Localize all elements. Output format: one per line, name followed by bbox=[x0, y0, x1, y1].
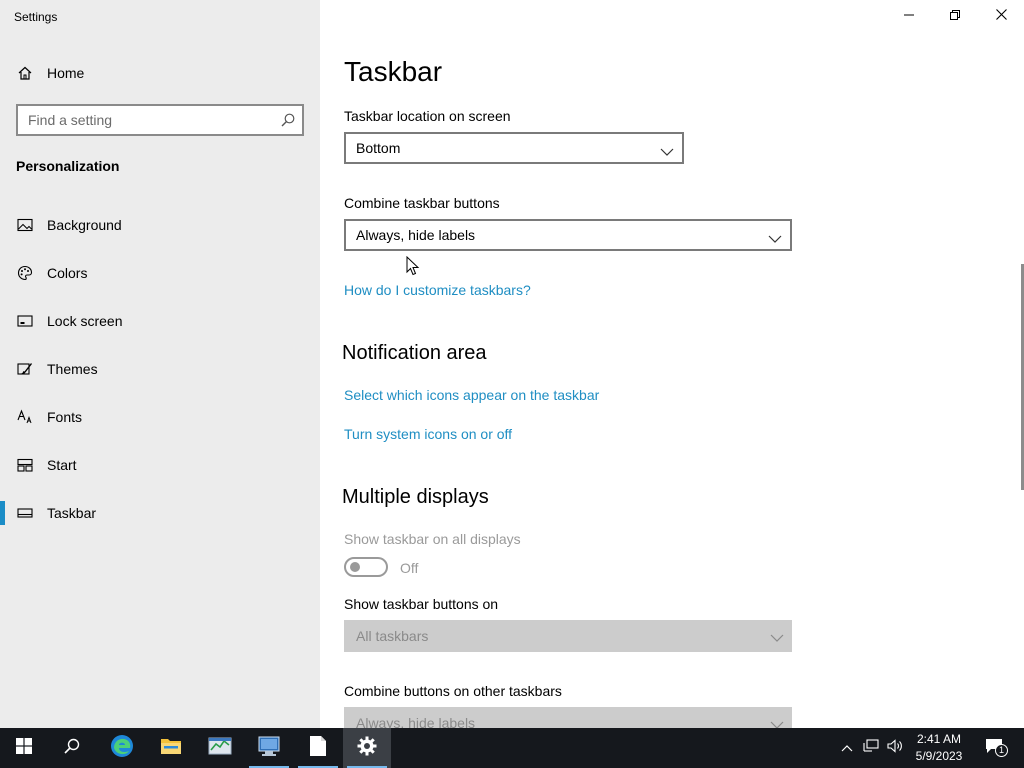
combine-other-dropdown[interactable]: Always, hide labels bbox=[344, 707, 792, 728]
show-hidden-icons-button[interactable] bbox=[836, 728, 858, 768]
sidebar-item-themes[interactable]: Themes bbox=[0, 349, 320, 389]
sidebar-item-label: Themes bbox=[47, 361, 98, 377]
notepad-icon bbox=[309, 735, 327, 762]
show-on-all-displays-toggle[interactable] bbox=[344, 557, 388, 577]
home-icon bbox=[17, 65, 33, 81]
clock-time: 2:41 AM bbox=[916, 732, 962, 746]
search-icon bbox=[64, 738, 80, 759]
search-box bbox=[16, 104, 304, 136]
nav-home[interactable]: Home bbox=[0, 57, 320, 89]
taskbar-icon bbox=[17, 505, 33, 521]
clock-date: 5/9/2023 bbox=[915, 749, 963, 763]
volume-button[interactable] bbox=[884, 728, 906, 768]
notification-count-badge: 1 bbox=[995, 744, 1008, 757]
window-controls bbox=[886, 0, 1024, 32]
windows-taskbar: 2:41 AM 5/9/2023 1 bbox=[0, 728, 1024, 768]
palette-icon bbox=[17, 265, 33, 281]
sidebar-item-background[interactable]: Background bbox=[0, 205, 320, 245]
edge-icon bbox=[110, 734, 134, 763]
speaker-icon bbox=[887, 738, 903, 758]
section-heading: Personalization bbox=[16, 158, 120, 174]
sidebar-item-start[interactable]: Start bbox=[0, 445, 320, 485]
notification-icon: 1 bbox=[985, 738, 1008, 758]
taskbar-location-dropdown[interactable]: Bottom bbox=[344, 132, 684, 164]
file-explorer-icon bbox=[160, 736, 182, 761]
taskbar-edge-button[interactable] bbox=[98, 728, 146, 768]
combine-buttons-dropdown[interactable]: Always, hide labels bbox=[344, 219, 792, 251]
restore-button[interactable] bbox=[932, 0, 978, 32]
chevron-down-icon bbox=[660, 144, 674, 156]
chevron-up-icon bbox=[841, 739, 853, 757]
taskbar-search-button[interactable] bbox=[48, 728, 96, 768]
chevron-down-icon bbox=[770, 630, 784, 642]
minimize-button[interactable] bbox=[886, 0, 932, 32]
show-on-all-displays-label: Show taskbar on all displays bbox=[344, 531, 521, 547]
taskbar-network-app-button[interactable] bbox=[245, 728, 293, 768]
brush-icon bbox=[17, 361, 33, 377]
sidebar-item-label: Lock screen bbox=[47, 313, 123, 329]
combine-buttons-label: Combine taskbar buttons bbox=[344, 195, 500, 211]
show-buttons-on-value: All taskbars bbox=[356, 628, 429, 644]
minimize-icon bbox=[904, 7, 914, 25]
restore-icon bbox=[950, 7, 960, 25]
sidebar-item-taskbar[interactable]: Taskbar bbox=[0, 493, 320, 533]
taskbar-explorer-button[interactable] bbox=[147, 728, 195, 768]
show-buttons-on-label: Show taskbar buttons on bbox=[344, 596, 499, 612]
network-app-icon bbox=[257, 735, 281, 762]
window-title: Settings bbox=[14, 10, 58, 24]
sidebar-item-colors[interactable]: Colors bbox=[0, 253, 320, 293]
task-manager-icon bbox=[208, 735, 232, 762]
sidebar-item-label: Taskbar bbox=[47, 505, 97, 521]
combine-other-label: Combine buttons on other taskbars bbox=[344, 683, 562, 699]
content-pane: Taskbar Taskbar location on screen Botto… bbox=[320, 0, 1024, 728]
taskbar-task-manager-button[interactable] bbox=[196, 728, 244, 768]
start-icon bbox=[16, 737, 32, 759]
search-icon[interactable] bbox=[280, 112, 296, 128]
notification-area-heading: Notification area bbox=[342, 342, 487, 364]
show-buttons-on-dropdown[interactable]: All taskbars bbox=[344, 620, 792, 652]
multiple-displays-heading: Multiple displays bbox=[342, 486, 489, 508]
sidebar-item-label: Fonts bbox=[47, 409, 83, 425]
close-icon bbox=[995, 7, 1007, 25]
taskbar-settings-button[interactable] bbox=[343, 728, 391, 768]
picture-icon bbox=[17, 217, 33, 233]
sidebar-item-fonts[interactable]: Fonts bbox=[0, 397, 320, 437]
font-icon bbox=[17, 409, 33, 425]
page-title: Taskbar bbox=[344, 56, 443, 87]
toggle-knob bbox=[350, 562, 360, 572]
combine-buttons-value: Always, hide labels bbox=[356, 227, 476, 243]
network-icon bbox=[863, 738, 879, 758]
taskbar-location-label: Taskbar location on screen bbox=[344, 108, 511, 124]
sidebar-item-label: Colors bbox=[47, 265, 88, 281]
taskbar-notepad-button[interactable] bbox=[294, 728, 342, 768]
select-icons-link[interactable]: Select which icons appear on the taskbar bbox=[344, 387, 599, 403]
sidebar-item-lock-screen[interactable]: Lock screen bbox=[0, 301, 320, 341]
action-center-button[interactable]: 1 bbox=[976, 728, 1016, 768]
taskbar-clock[interactable]: 2:41 AM 5/9/2023 bbox=[910, 731, 968, 765]
system-icons-link[interactable]: Turn system icons on or off bbox=[344, 426, 512, 442]
combine-other-value: Always, hide labels bbox=[356, 715, 476, 728]
customize-taskbars-link[interactable]: How do I customize taskbars? bbox=[344, 282, 531, 298]
chevron-down-icon bbox=[768, 231, 782, 243]
start-tiles-icon bbox=[17, 457, 33, 473]
start-button[interactable] bbox=[0, 728, 48, 768]
settings-gear-icon bbox=[357, 736, 377, 761]
taskbar-location-value: Bottom bbox=[356, 140, 401, 156]
nav-home-label: Home bbox=[47, 65, 85, 81]
search-input[interactable] bbox=[18, 106, 268, 134]
network-status-button[interactable] bbox=[860, 728, 882, 768]
lock-screen-icon bbox=[17, 313, 33, 329]
chevron-down-icon bbox=[770, 717, 784, 728]
close-button[interactable] bbox=[978, 0, 1024, 32]
toggle-state-label: Off bbox=[400, 560, 419, 576]
sidebar-item-label: Start bbox=[47, 457, 77, 473]
navigation-pane: Settings Home Personalization Background… bbox=[0, 0, 320, 728]
sidebar-item-label: Background bbox=[47, 217, 122, 233]
